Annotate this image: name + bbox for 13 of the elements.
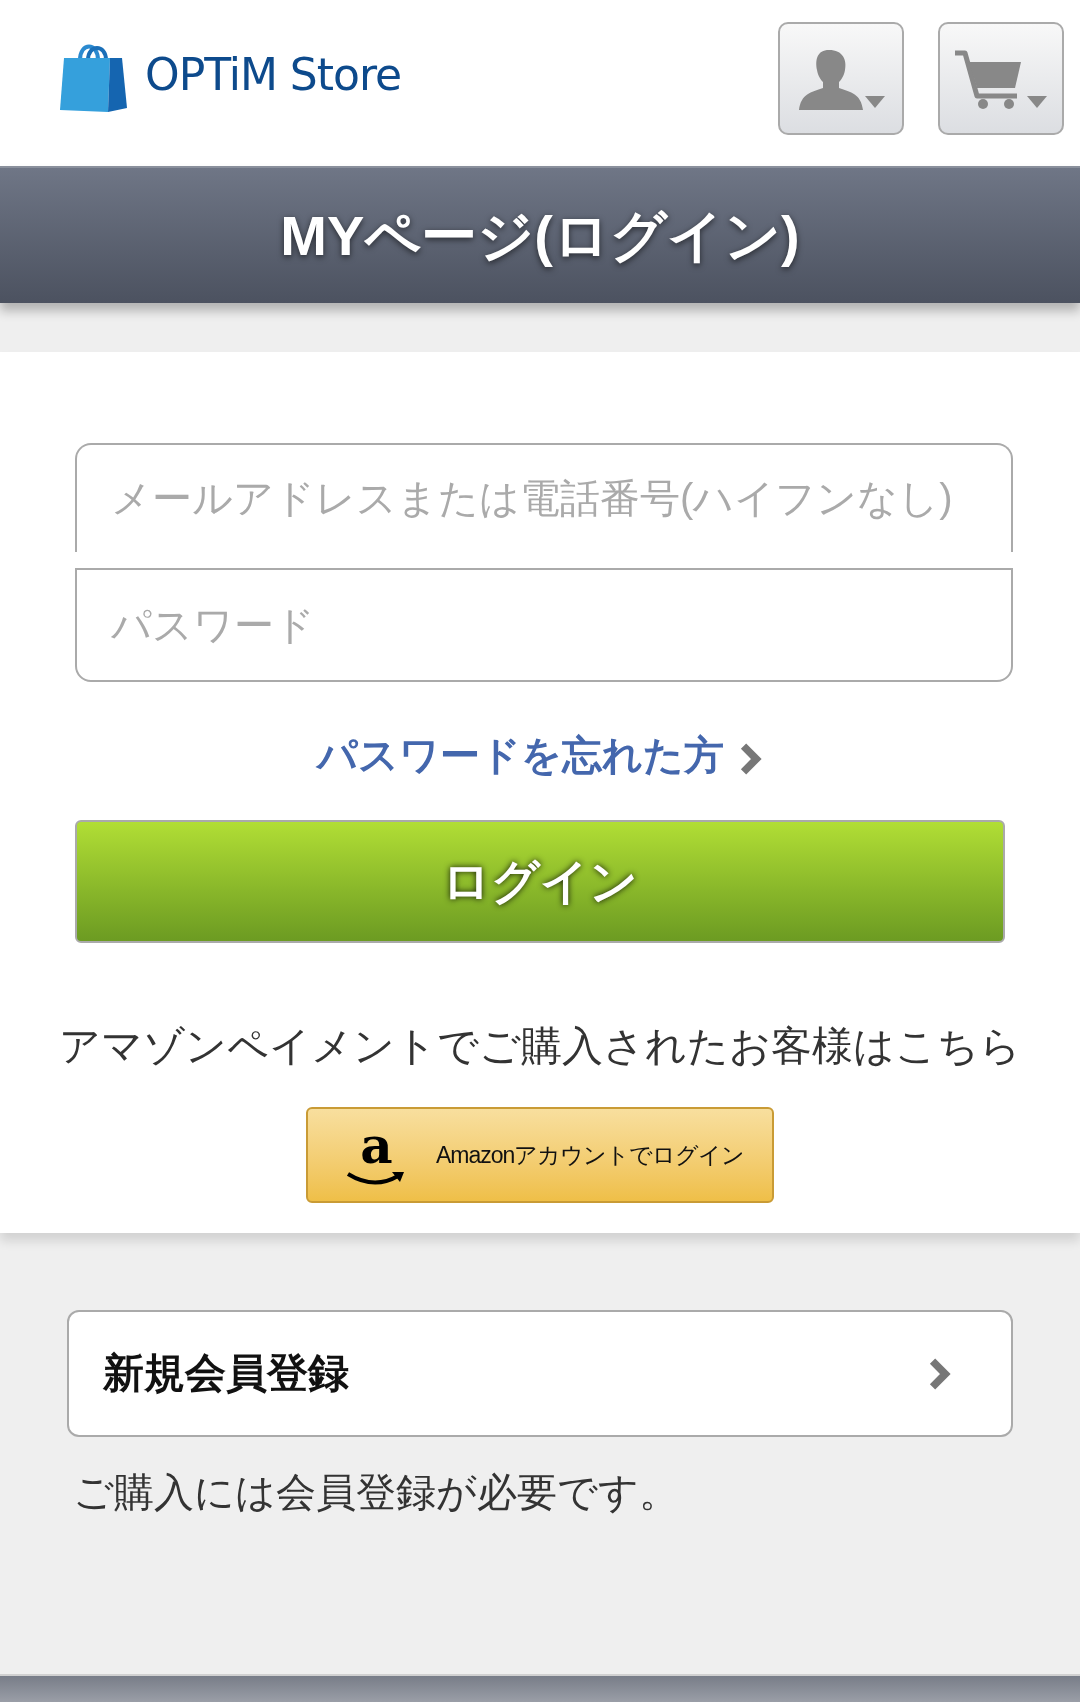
email-input[interactable]: メールアドレスまたは電話番号(ハイフンなし) xyxy=(75,443,1013,552)
chevron-right-icon xyxy=(927,1357,953,1390)
registration-required-note: ご購入には会員登録が必要です。 xyxy=(73,1469,680,1516)
forgot-password-link[interactable]: パスワードを忘れた方 xyxy=(316,731,764,779)
user-silhouette-icon xyxy=(797,50,885,110)
amazon-payment-note: アマゾンペイメントでご購入されたお客様はこちら xyxy=(59,1022,1021,1071)
cart-menu-button[interactable] xyxy=(938,21,1064,135)
amazon-login-button[interactable]: a Amazonアカウントでログイン xyxy=(306,1107,774,1203)
password-input[interactable]: パスワード xyxy=(75,568,1013,682)
register-link[interactable]: 新規会員登録 xyxy=(67,1310,1013,1437)
shopping-cart-icon xyxy=(955,50,1047,110)
account-menu-button[interactable] xyxy=(778,21,904,135)
store-logo-text: OPTiM Store xyxy=(145,53,402,97)
